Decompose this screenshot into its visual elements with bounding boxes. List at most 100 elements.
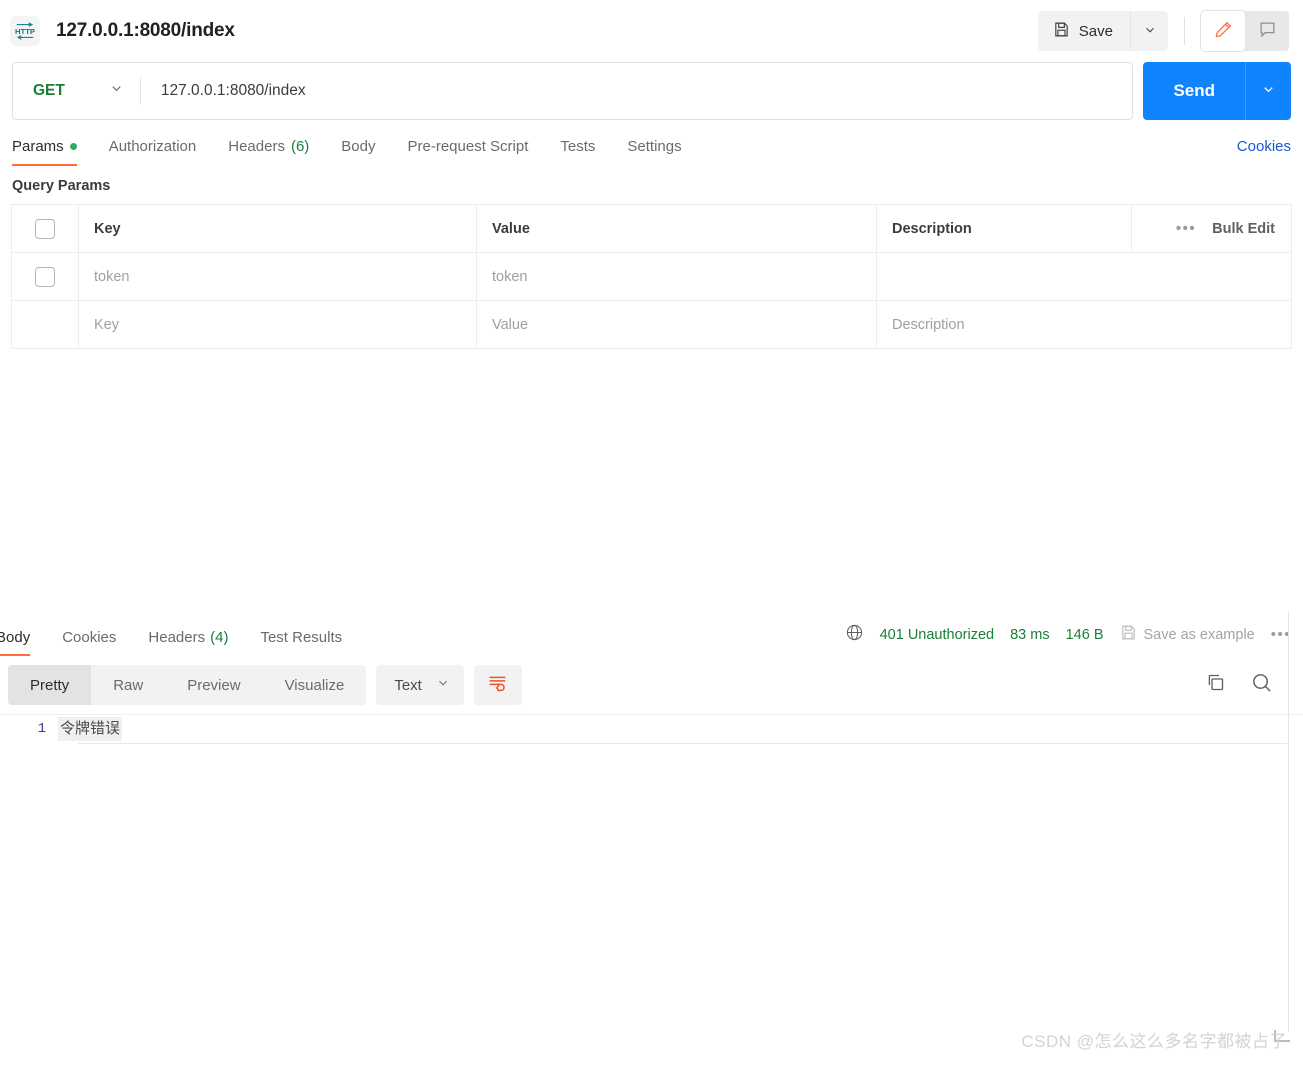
floppy-disk-icon <box>1053 21 1070 42</box>
row-checkbox[interactable] <box>35 266 55 287</box>
response-tab-cookies[interactable]: Cookies <box>46 629 132 656</box>
response-status-bar: 401 Unauthorized 83 ms 146 B Save as exa… <box>845 623 1303 656</box>
tab-badge: (6) <box>290 138 310 155</box>
save-button[interactable]: Save <box>1037 11 1130 51</box>
send-button[interactable]: Send <box>1143 62 1245 120</box>
tab-label: Params <box>12 138 64 155</box>
view-toggle-group <box>1201 11 1289 51</box>
request-tabs: Params Authorization Headers (6) Body Pr… <box>0 124 1303 166</box>
chevron-down-icon <box>436 676 450 694</box>
tab-badge: (4) <box>210 629 229 646</box>
bulk-edit-header: ••• Bulk Edit <box>1131 204 1292 253</box>
tab-settings[interactable]: Settings <box>611 138 697 166</box>
view-mode-preview[interactable]: Preview <box>165 665 262 705</box>
http-method-label: GET <box>33 82 65 99</box>
svg-text:HTTP: HTTP <box>15 27 35 36</box>
save-options-button[interactable] <box>1130 11 1168 51</box>
response-format-selector[interactable]: Text <box>376 665 464 705</box>
save-button-group: Save <box>1037 11 1168 51</box>
chevron-down-icon <box>1261 82 1276 100</box>
row-value-input[interactable]: token <box>476 252 877 301</box>
select-all-header <box>11 204 79 253</box>
row-value-input[interactable]: Value <box>476 300 877 349</box>
ellipsis-icon[interactable]: ••• <box>1176 220 1196 237</box>
tab-label: Test Results <box>260 629 343 646</box>
response-size: 146 B <box>1065 626 1104 643</box>
bulk-edit-button[interactable]: Bulk Edit <box>1212 221 1275 237</box>
response-tabs: Body Cookies Headers (4) Test Results 40… <box>0 612 1303 656</box>
tab-label: Tests <box>560 138 596 155</box>
view-mode-raw[interactable]: Raw <box>91 665 165 705</box>
globe-icon <box>845 623 864 646</box>
edit-request-button[interactable] <box>1201 11 1245 51</box>
tab-headers[interactable]: Headers (6) <box>212 138 325 166</box>
floppy-disk-icon <box>1120 624 1137 645</box>
tab-params[interactable]: Params <box>12 138 93 166</box>
query-params-table-wrapper: Key Value Description ••• Bulk Edit toke… <box>0 204 1303 349</box>
response-body-text: 令牌错误 <box>58 717 123 741</box>
chevron-down-icon <box>1143 23 1157 40</box>
status-badge: 401 Unauthorized <box>879 626 995 643</box>
select-all-checkbox[interactable] <box>35 218 55 239</box>
divider <box>1184 17 1185 45</box>
row-select-cell <box>11 252 79 301</box>
tab-label: Authorization <box>108 138 197 155</box>
params-indicator-dot <box>69 143 77 150</box>
send-button-group: Send <box>1143 62 1291 120</box>
cookies-link[interactable]: Cookies <box>1237 138 1291 166</box>
row-key-input[interactable]: Key <box>78 300 477 349</box>
save-as-example-button[interactable]: Save as example <box>1120 624 1255 645</box>
table-row: Key Value Description <box>11 300 1292 349</box>
column-header-key: Key <box>78 204 477 253</box>
response-body-editor[interactable]: 1 令牌错误 <box>0 714 1303 1050</box>
pencil-icon <box>1214 20 1233 42</box>
query-params-table: Key Value Description ••• Bulk Edit toke… <box>11 204 1292 349</box>
row-description-input[interactable]: Description <box>876 300 1292 349</box>
table-row: token token <box>11 252 1292 301</box>
comments-button[interactable] <box>1245 11 1289 51</box>
http-method-selector[interactable]: GET <box>13 63 140 119</box>
title-bar-actions: Save <box>1037 11 1289 51</box>
response-tab-headers[interactable]: Headers (4) <box>132 629 244 656</box>
row-key-input[interactable]: token <box>78 252 477 301</box>
column-header-description: Description <box>876 204 1132 253</box>
tab-authorization[interactable]: Authorization <box>93 138 213 166</box>
watermark: CSDN @怎么这么多名字都被占了 <box>1021 1032 1287 1051</box>
word-wrap-button[interactable] <box>473 665 522 705</box>
page-title: 127.0.0.1:8080/index <box>56 20 235 41</box>
tab-label: Cookies <box>62 629 117 646</box>
tab-label: Pre-request Script <box>407 138 529 155</box>
copy-icon[interactable] <box>1205 672 1226 698</box>
search-icon[interactable] <box>1250 671 1273 699</box>
tab-label: Body <box>0 629 31 646</box>
response-tab-test-results[interactable]: Test Results <box>244 629 358 656</box>
response-format-label: Text <box>394 676 422 694</box>
response-toolbar-actions <box>1205 671 1291 699</box>
row-select-cell <box>11 300 79 349</box>
url-input[interactable] <box>140 63 1133 119</box>
code-line: 1 令牌错误 <box>0 715 1303 741</box>
response-tab-body[interactable]: Body <box>0 629 46 656</box>
response-time: 83 ms <box>1010 626 1050 643</box>
url-bar: GET Send <box>0 62 1303 124</box>
save-as-example-label: Save as example <box>1143 626 1255 643</box>
tab-body[interactable]: Body <box>325 138 391 166</box>
chevron-down-icon <box>109 81 124 101</box>
word-wrap-icon <box>487 673 508 697</box>
send-options-button[interactable] <box>1245 62 1291 120</box>
title-bar: HTTP 127.0.0.1:8080/index Save <box>0 0 1303 62</box>
response-toolbar: Pretty Raw Preview Visualize Text <box>0 656 1303 714</box>
response-minimap-divider <box>1288 612 1289 1032</box>
row-description-input[interactable] <box>876 252 1292 301</box>
save-button-label: Save <box>1078 22 1113 40</box>
code-line-divider <box>78 743 1287 744</box>
tab-tests[interactable]: Tests <box>544 138 611 166</box>
tab-label: Headers <box>148 629 206 646</box>
tab-pre-request-script[interactable]: Pre-request Script <box>392 138 545 166</box>
url-field: GET <box>12 62 1134 120</box>
view-mode-visualize[interactable]: Visualize <box>263 665 367 705</box>
view-mode-pretty[interactable]: Pretty <box>8 665 92 705</box>
http-icon: HTTP <box>10 16 40 46</box>
tab-label: Body <box>341 138 376 155</box>
tab-label: Headers <box>228 138 285 155</box>
